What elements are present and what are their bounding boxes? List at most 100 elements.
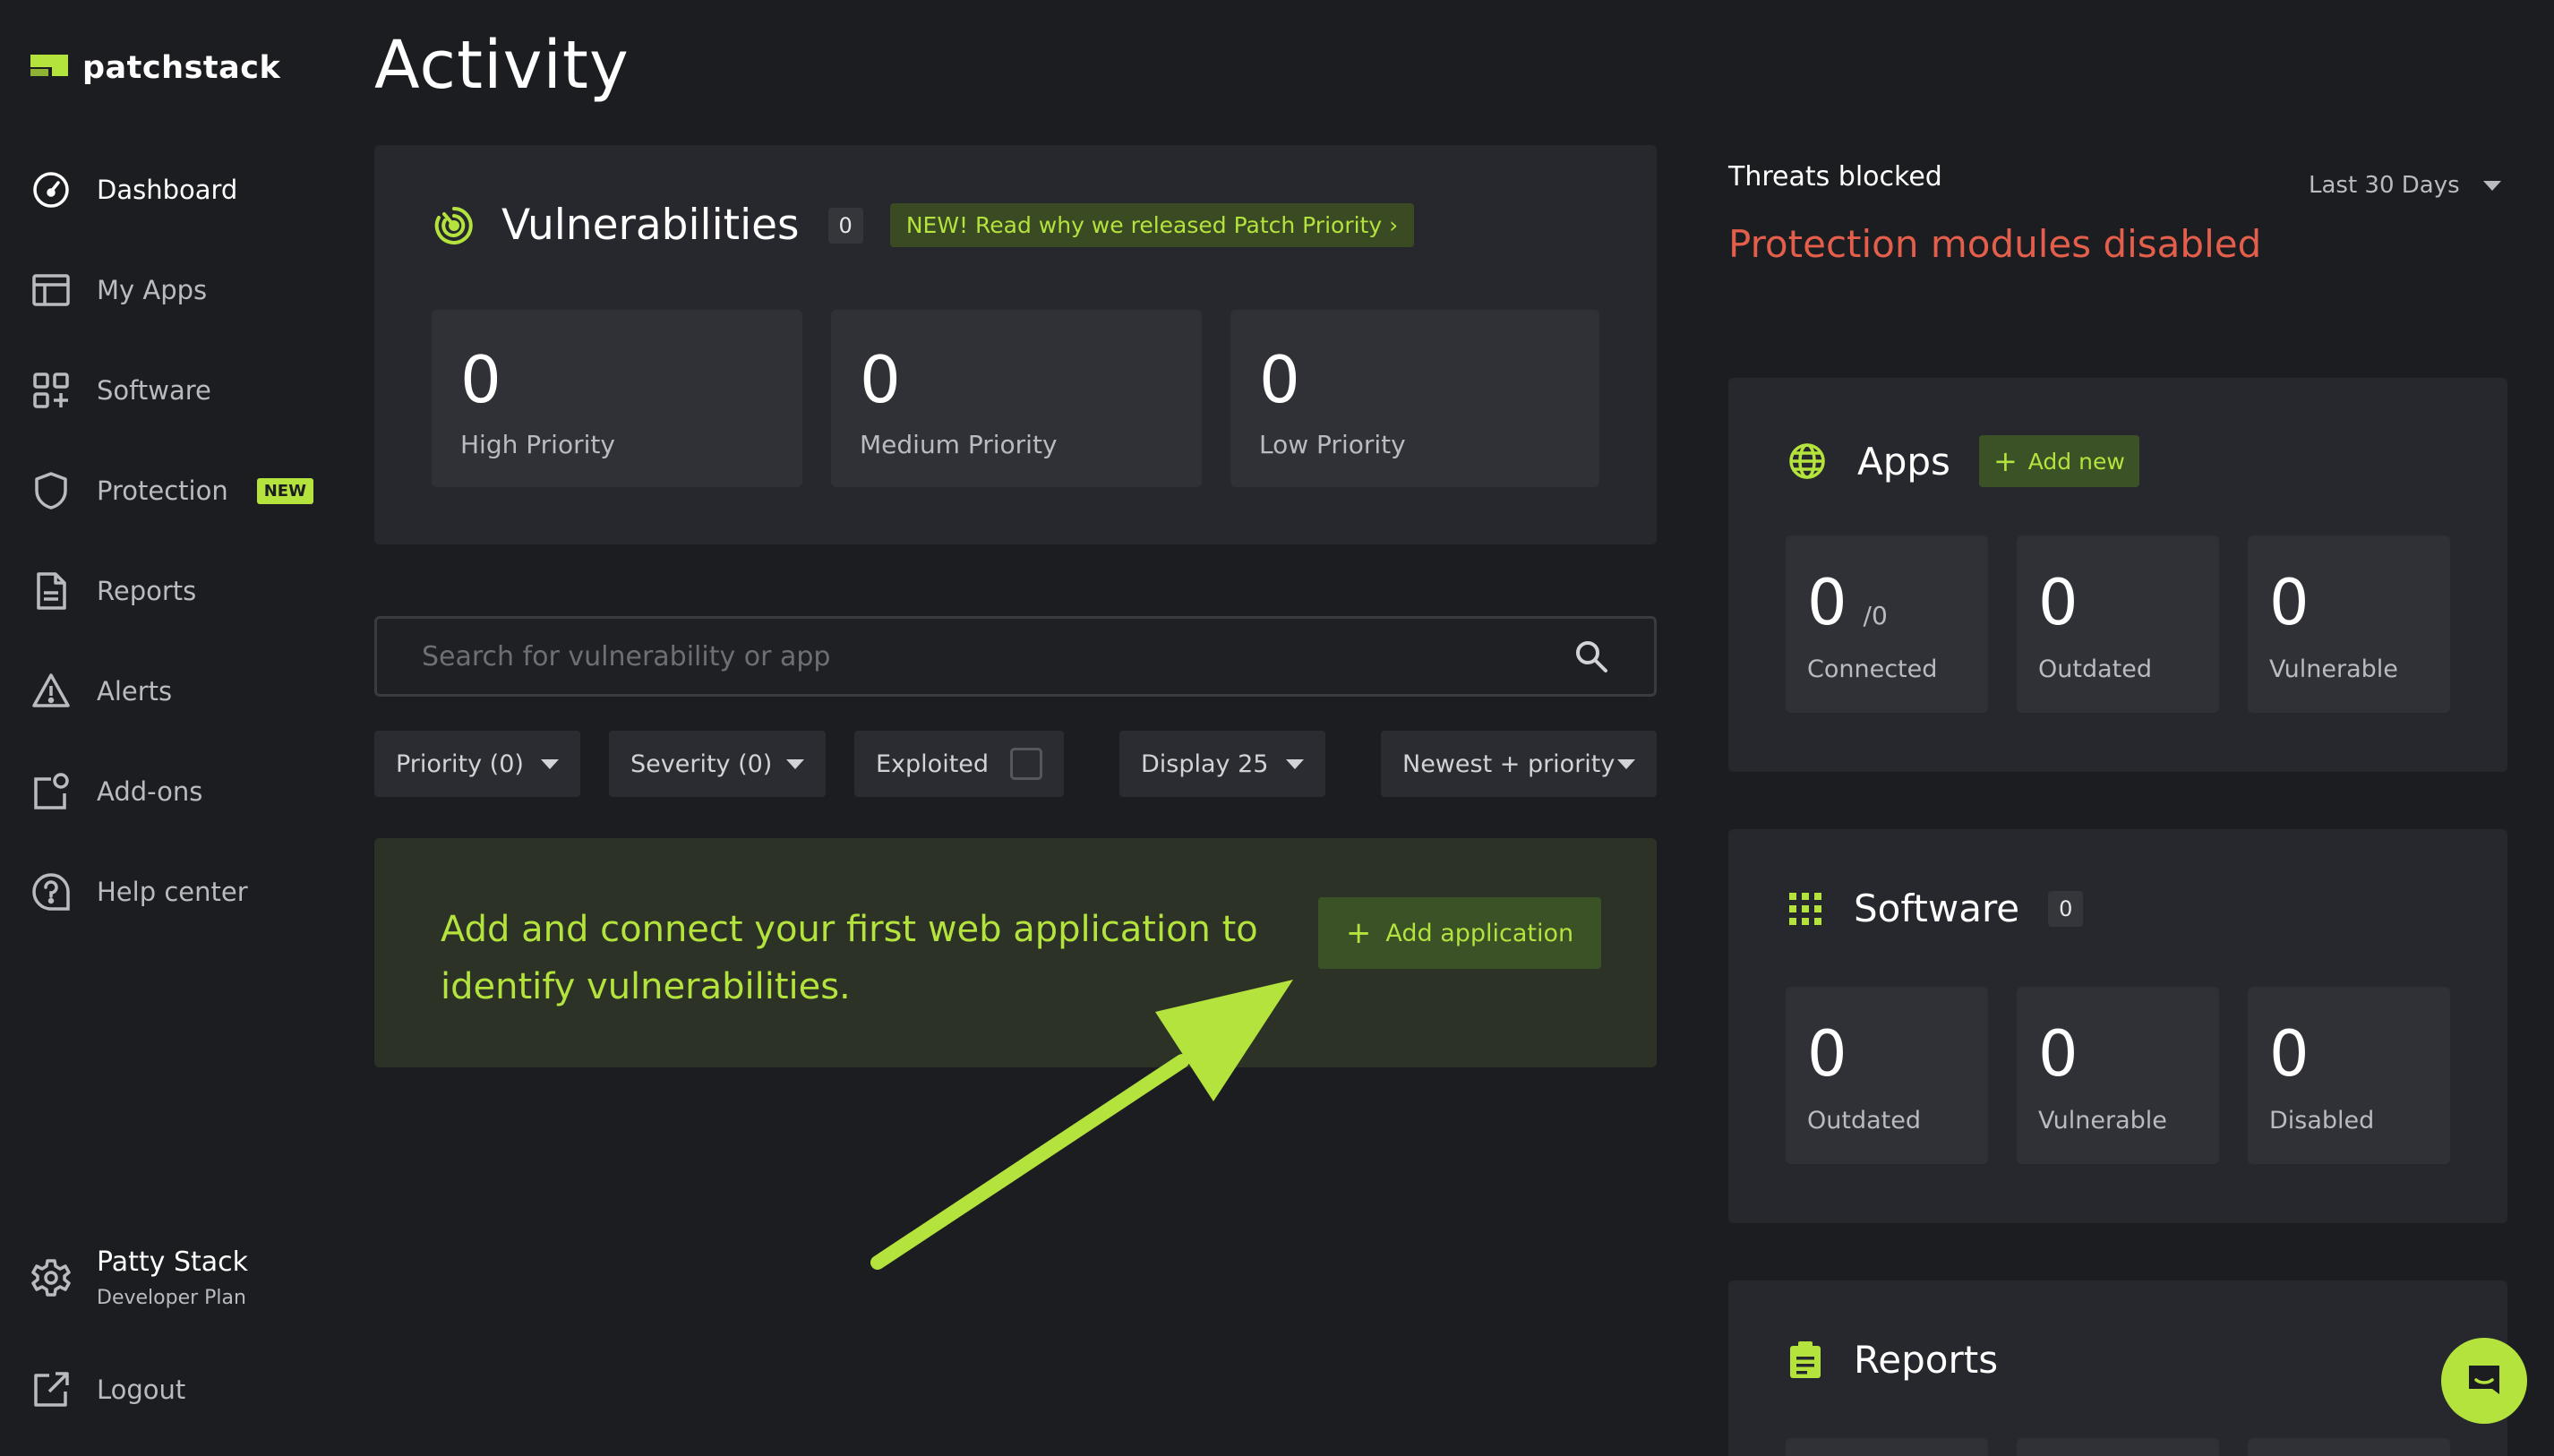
sidebar-item-protection[interactable]: Protection NEW [30,464,313,518]
sidebar-item-my-apps[interactable]: My Apps [30,263,207,317]
plus-icon: + [1345,915,1372,951]
apps-vulnerable-card[interactable]: 0 Vulnerable [2248,535,2450,713]
stat-label: Medium Priority [860,430,1058,459]
globe-icon [1787,441,1827,481]
date-range-dropdown[interactable]: Last 30 Days [2309,172,2501,199]
stat-total: /0 [1863,601,1888,630]
reports-title: Reports [1854,1338,1999,1382]
priority-filter-dropdown[interactable]: Priority (0) [374,731,580,797]
sidebar-item-add-ons[interactable]: Add-ons [30,765,202,818]
sidebar-item-label: Help center [97,877,248,907]
apps-title: Apps [1857,439,1950,484]
reports-card [2017,1438,2219,1456]
stat-label: Disabled [2269,1107,2375,1135]
stat-label: Connected [1807,655,1938,683]
chevron-down-icon [2482,180,2501,191]
vulnerabilities-count: 0 [827,207,863,244]
severity-filter-dropdown[interactable]: Severity (0) [609,731,826,797]
sidebar-item-label: Reports [97,576,197,606]
document-icon [30,570,72,612]
medium-priority-card[interactable]: 0 Medium Priority [831,310,1202,487]
sort-label: Newest + priority [1402,749,1616,778]
exploited-filter-toggle[interactable]: Exploited [854,731,1064,797]
warning-icon [30,671,72,712]
reports-header: Reports [1787,1338,1998,1382]
page-title: Activity [374,27,630,104]
apps-layout-icon [30,270,72,311]
sort-dropdown[interactable]: Newest + priority [1381,731,1657,797]
addons-icon [30,771,72,812]
chevron-down-icon [541,758,559,769]
sidebar: patchstack Dashboard My Apps Software Pr… [0,0,340,1456]
brand-logo[interactable]: patchstack [30,50,280,86]
sidebar-item-label: Dashboard [97,175,238,205]
stat-value: 0 [1807,1017,1847,1091]
sidebar-item-help-center[interactable]: Help center [30,865,248,919]
user-profile[interactable]: Patty Stack Developer Plan [30,1246,248,1309]
software-vulnerable-card[interactable]: 0 Vulnerable [2017,987,2219,1164]
stat-value: 0/0 [1807,566,1888,639]
search-input[interactable] [422,640,1573,672]
dashboard-gauge-icon [30,169,72,210]
apps-outdated-card[interactable]: 0 Outdated [2017,535,2219,713]
clipboard-icon [1787,1340,1823,1380]
software-title: Software [1854,886,2020,930]
gear-icon[interactable] [30,1257,72,1298]
grid-icon [1787,891,1823,927]
vulnerabilities-title: Vulnerabilities [501,201,800,250]
stat-label: High Priority [460,430,615,459]
sidebar-item-label: My Apps [97,275,208,305]
sidebar-item-label: Add-ons [97,776,203,807]
software-count: 0 [2048,890,2084,927]
stat-value: 0 [2269,1017,2310,1091]
chevron-down-icon [1286,758,1304,769]
stat-label: Outdated [2038,655,2152,683]
stat-value: 0 [460,342,501,417]
sidebar-item-dashboard[interactable]: Dashboard [30,163,237,217]
high-priority-card[interactable]: 0 High Priority [432,310,802,487]
stat-value: 0 [860,342,901,417]
display-count-dropdown[interactable]: Display 25 [1119,731,1325,797]
patchstack-logo-icon [30,55,68,81]
apps-connected-card[interactable]: 0/0 Connected [1786,535,1988,713]
add-application-button[interactable]: + Add application [1318,897,1601,969]
stat-value: 0 [2038,1017,2078,1091]
stat-label: Low Priority [1259,430,1406,459]
sidebar-item-reports[interactable]: Reports [30,564,196,618]
software-disabled-card[interactable]: 0 Disabled [2248,987,2450,1164]
sidebar-item-label: Protection [97,475,228,506]
chat-launcher-button[interactable] [2441,1338,2527,1424]
search-bar [374,616,1657,697]
chat-icon [2464,1360,2505,1401]
software-panel: Software 0 0 Outdated 0 Vulnerable 0 Dis… [1728,829,2507,1223]
stat-label: Vulnerable [2038,1107,2167,1135]
patch-priority-promo-link[interactable]: NEW! Read why we released Patch Priority… [889,203,1415,247]
software-grid-plus-icon [30,370,72,411]
sidebar-item-alerts[interactable]: Alerts [30,664,172,718]
sidebar-item-label: Alerts [97,676,173,707]
low-priority-card[interactable]: 0 Low Priority [1230,310,1599,487]
date-range-label: Last 30 Days [2309,172,2460,199]
reports-panel: Reports [1728,1280,2507,1456]
severity-filter-label: Severity (0) [630,749,773,778]
stat-value: 0 [2269,566,2310,639]
brand-name: patchstack [82,50,281,86]
software-header: Software 0 [1787,886,2084,930]
priority-filter-label: Priority (0) [396,749,524,778]
display-count-label: Display 25 [1141,749,1269,778]
promo-label: NEW! Read why we released Patch Priority [905,212,1383,238]
add-new-app-button[interactable]: + Add new [1978,435,2139,487]
logout-link[interactable]: Logout [30,1363,185,1417]
vulnerabilities-header: Vulnerabilities 0 NEW! Read why we relea… [433,201,1415,250]
add-application-label: Add application [1385,919,1574,947]
stat-value: 0 [2038,566,2078,639]
exploited-checkbox[interactable] [1010,748,1042,780]
help-circle-icon [30,871,72,912]
pointer-arrow-annotation [870,980,1293,1270]
search-icon[interactable] [1573,638,1609,674]
radar-icon [433,205,475,246]
apps-header: Apps + Add new [1787,435,2139,487]
software-outdated-card[interactable]: 0 Outdated [1786,987,1988,1164]
sidebar-item-software[interactable]: Software [30,364,211,417]
apps-panel: Apps + Add new 0/0 Connected 0 Outdated … [1728,378,2507,772]
